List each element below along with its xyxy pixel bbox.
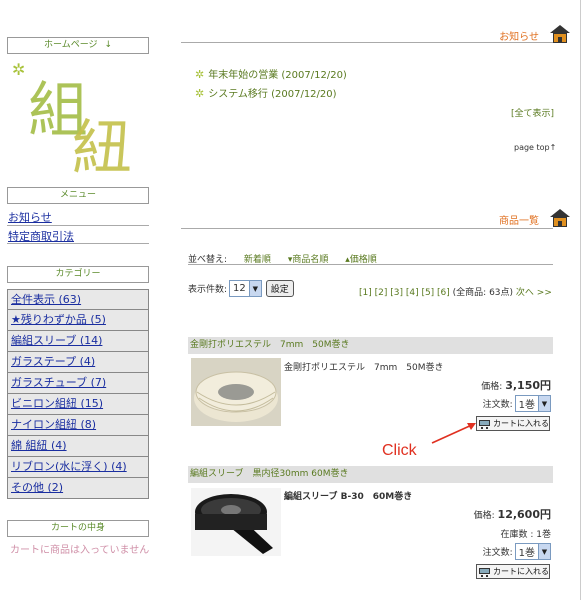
next-link[interactable]: 次へ >> [516, 288, 552, 298]
house-icon[interactable] [550, 209, 570, 227]
divider [7, 225, 149, 226]
category-item[interactable]: ★残りわずか品 (5) [7, 310, 149, 331]
cart-button-label: カートに入れる [493, 567, 549, 576]
divider [188, 264, 553, 265]
add-to-cart-button[interactable]: カートに入れる [476, 416, 550, 431]
house-icon[interactable] [550, 25, 570, 43]
qty-row: 注文数: 1巻 ▼ [483, 543, 551, 560]
news-item[interactable]: ✲ システム移行 (2007/12/20) [195, 85, 337, 100]
divider [7, 243, 149, 244]
price-label: 価格: [473, 511, 495, 521]
chevron-down-icon: ▼ [538, 396, 550, 411]
flower-icon: ✲ [12, 60, 26, 79]
cart-button-label: カートに入れる [493, 419, 549, 428]
product-image-black-sleeve[interactable] [191, 488, 281, 556]
product-price: 12,600円 [497, 508, 551, 521]
stock-count: 在庫数 : 1巻 [500, 530, 551, 540]
menu-item-commerce-law[interactable]: 特定商取引法 [8, 228, 74, 244]
site-logo[interactable]: ✲ 組 紐 [12, 60, 142, 184]
product-price-row: 価格: 3,150円 [481, 377, 551, 393]
logo-kanji-2: 紐 [72, 114, 132, 184]
menu-header: メニュー [7, 187, 149, 204]
qty-select[interactable]: 1巻 ▼ [514, 543, 551, 560]
count-label: 表示件数: [188, 285, 228, 295]
qty-label: 注文数: [482, 400, 513, 410]
cart-icon [479, 566, 491, 577]
category-item[interactable]: ガラステープ (4) [7, 352, 149, 373]
qty-row: 注文数: 1巻 ▼ [483, 395, 551, 412]
product-title-bar[interactable]: 編組スリーブ 黒内径30mm 60M巻き [188, 466, 553, 483]
pager: [1] [2] [3] [4] [5] [6] (全商品: 63点) 次へ >> [359, 285, 552, 298]
category-list: 全件表示 (63) ★残りわずか品 (5) 編組スリーブ (14) ガラステープ… [7, 289, 149, 499]
category-item[interactable]: 綿 組紐 (4) [7, 436, 149, 457]
divider [181, 228, 553, 229]
product-title-bar[interactable]: 金剛打ポリエステル 7mm 50M巻き [188, 337, 553, 354]
add-to-cart-button[interactable]: カートに入れる [476, 564, 550, 579]
category-item[interactable]: ナイロン組紐 (8) [7, 415, 149, 436]
count-row: 表示件数: 12 ▼ 設定 [188, 280, 294, 297]
set-button[interactable]: 設定 [265, 280, 294, 297]
chevron-down-icon: ▼ [538, 544, 550, 559]
flower-icon: ✲ [195, 87, 205, 100]
category-item[interactable]: 全件表示 (63) [7, 289, 149, 310]
qty-label: 注文数: [482, 548, 513, 558]
count-select[interactable]: 12 ▼ [229, 280, 262, 297]
cart-empty-message: カートに商品は入っていません [10, 545, 150, 556]
page-top-link[interactable]: page top↑ [514, 143, 556, 152]
qty-select[interactable]: 1巻 ▼ [514, 395, 551, 412]
cart-icon [479, 418, 491, 429]
category-item[interactable]: 編組スリーブ (14) [7, 331, 149, 352]
products-title: 商品一覧 [499, 216, 539, 227]
category-item[interactable]: その他 (2) [7, 478, 149, 499]
total-count: (全商品: 63点) [452, 288, 514, 298]
qty-value: 1巻 [518, 548, 535, 559]
product-price-row: 価格: 12,600円 [474, 506, 551, 522]
red-arrow-icon [431, 423, 476, 444]
category-item[interactable]: ビニロン組紐 (15) [7, 394, 149, 415]
product-name[interactable]: 金剛打ポリエステル 7mm 50M巻き [284, 360, 443, 373]
show-all-link[interactable]: [全て表示] [511, 106, 554, 119]
menu-item-news[interactable]: お知らせ [8, 209, 52, 225]
cart-header: カートの中身 [7, 520, 149, 537]
news-title: お知らせ [499, 32, 539, 43]
qty-value: 1巻 [518, 400, 535, 411]
home-header[interactable]: ホームページ ↓ [7, 37, 149, 54]
category-item[interactable]: リブロン(水に浮く) (4) [7, 457, 149, 478]
home-header-label: ホームページ [44, 40, 98, 50]
news-item[interactable]: ✲ 年末年始の営業 (2007/12/20) [195, 66, 347, 81]
price-label: 価格: [481, 382, 503, 392]
flower-icon: ✲ [195, 68, 205, 81]
click-annotation: Click [382, 442, 417, 459]
news-item-text: システム移行 (2007/12/20) [208, 89, 337, 100]
category-header: カテゴリー [7, 266, 149, 283]
news-item-text: 年末年始の営業 (2007/12/20) [208, 70, 347, 81]
count-value: 12 [233, 283, 246, 294]
chevron-down-icon: ▼ [248, 281, 261, 296]
product-image-rope-coil[interactable] [191, 358, 281, 426]
category-item[interactable]: ガラスチューブ (7) [7, 373, 149, 394]
product-name[interactable]: 編組スリーブ B-30 60M巻き [284, 489, 412, 502]
divider [181, 42, 553, 43]
page-links[interactable]: [1] [2] [3] [4] [5] [6] [359, 288, 450, 298]
down-arrow-icon: ↓ [104, 40, 112, 50]
product-price: 3,150円 [505, 379, 551, 392]
